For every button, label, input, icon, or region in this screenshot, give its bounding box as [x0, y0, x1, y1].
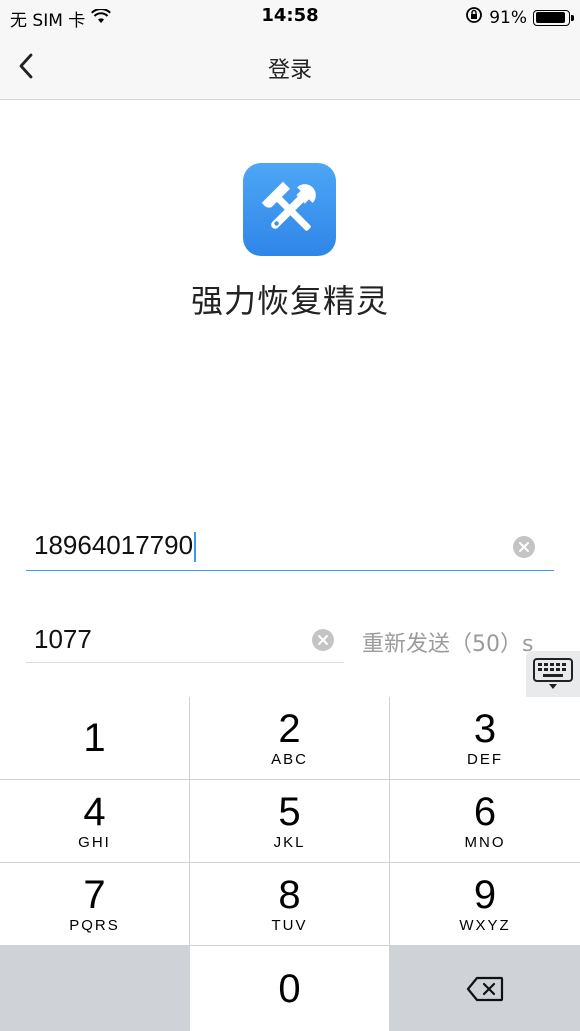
key-letters: PQRS	[69, 917, 120, 934]
key-blank	[0, 946, 189, 1031]
key-digit: 0	[278, 966, 301, 1011]
key-digit: 5	[278, 790, 301, 834]
clear-phone-button[interactable]	[513, 536, 535, 558]
nav-bar: 登录	[0, 34, 580, 100]
key-1[interactable]: 1	[0, 697, 189, 779]
key-7[interactable]: 7 PQRS	[0, 863, 189, 945]
app-logo	[243, 163, 336, 256]
tools-icon	[261, 181, 316, 231]
key-2[interactable]: 2 ABC	[190, 697, 389, 779]
key-digit: 4	[83, 790, 106, 834]
key-9[interactable]: 9 WXYZ	[390, 863, 580, 945]
text-caret	[194, 532, 197, 563]
close-icon	[318, 635, 328, 645]
key-letters: DEF	[467, 751, 503, 768]
battery-percent: 91%	[489, 7, 527, 28]
battery-fill	[535, 12, 565, 23]
close-icon	[519, 542, 529, 552]
keyboard-dismiss-button[interactable]	[526, 651, 580, 697]
phone-field[interactable]: 18964017790	[26, 524, 554, 571]
key-letters: GHI	[78, 834, 111, 851]
key-0[interactable]: 0	[190, 946, 389, 1031]
key-3[interactable]: 3 DEF	[390, 697, 580, 779]
key-digit: 9	[473, 873, 497, 917]
battery-icon	[533, 9, 574, 26]
status-right: 91%	[465, 6, 574, 29]
key-digit: 2	[278, 707, 301, 751]
code-input[interactable]: 1077	[34, 624, 92, 655]
key-digit: 3	[473, 707, 497, 751]
key-digit: 1	[83, 716, 106, 760]
key-letters: JKL	[273, 834, 306, 851]
page-title: 登录	[267, 58, 312, 83]
key-letters: ABC	[271, 751, 308, 768]
key-digit: 6	[473, 790, 497, 834]
backspace-key[interactable]	[390, 946, 580, 1031]
key-5[interactable]: 5 JKL	[190, 780, 389, 862]
key-digit: 8	[278, 873, 301, 917]
key-letters: TUV	[271, 917, 308, 934]
status-bar: 无 SIM 卡 14:58 91%	[0, 0, 580, 34]
numeric-keypad: 1 2 ABC 3 DEF 4 GHI 5 JKL 6 MNO 7 PQRS 8…	[0, 697, 580, 1031]
code-field[interactable]: 1077	[26, 618, 344, 663]
phone-input[interactable]: 18964017790	[34, 530, 474, 563]
key-digit: 7	[83, 873, 106, 917]
key-6[interactable]: 6 MNO	[390, 780, 580, 862]
key-letters: MNO	[464, 834, 506, 851]
resend-code-button[interactable]: 重新发送（50）s	[362, 626, 533, 658]
key-4[interactable]: 4 GHI	[0, 780, 189, 862]
rotation-lock-icon	[465, 6, 483, 29]
phone-value: 18964017790	[34, 530, 194, 560]
app-name: 强力恢复精灵	[190, 282, 389, 320]
clear-code-button[interactable]	[312, 629, 334, 651]
key-8[interactable]: 8 TUV	[190, 863, 389, 945]
key-letters: WXYZ	[459, 917, 511, 934]
keyboard-icon	[533, 658, 573, 689]
backspace-icon	[466, 976, 504, 1001]
